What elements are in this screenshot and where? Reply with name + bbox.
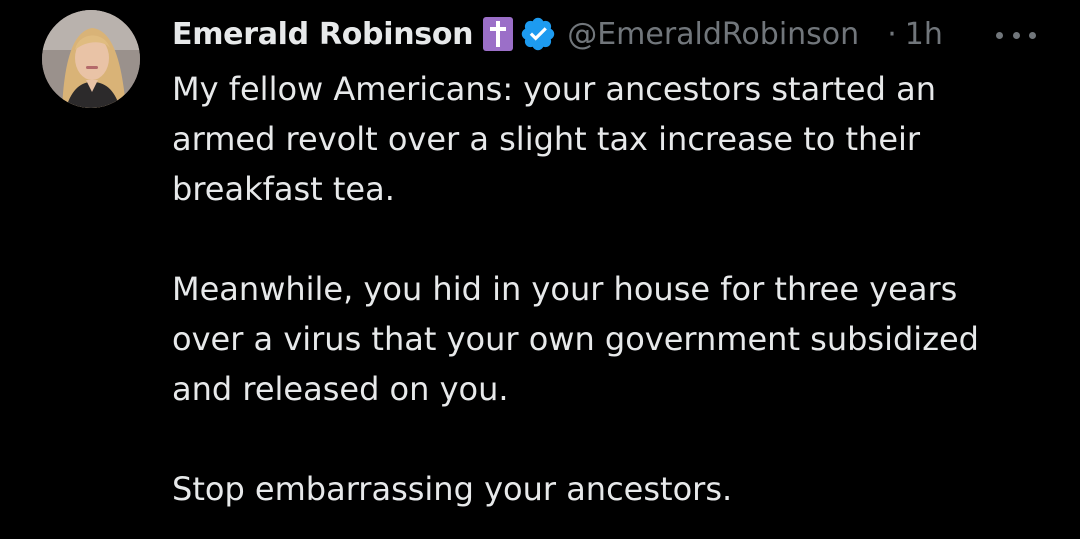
author-display-name[interactable]: Emerald Robinson	[172, 17, 474, 52]
tweet[interactable]: Emerald Robinson @EmeraldRobinson · 1h M…	[0, 0, 1080, 539]
tweet-text: My fellow Americans: your ancestors star…	[172, 64, 1052, 514]
tweet-timestamp[interactable]: 1h	[905, 17, 943, 52]
avatar[interactable]	[42, 10, 140, 108]
header-separator: ·	[887, 16, 897, 52]
latin-cross-icon	[483, 17, 514, 51]
author-handle[interactable]: @EmeraldRobinson	[567, 17, 885, 52]
tweet-header: Emerald Robinson @EmeraldRobinson · 1h	[172, 12, 1052, 56]
verified-badge-icon[interactable]	[519, 15, 557, 53]
tweet-paragraph: Stop embarrassing your ancestors.	[172, 470, 733, 508]
tweet-paragraph: Meanwhile, you hid in your house for thr…	[172, 270, 979, 408]
tweet-paragraph: My fellow Americans: your ancestors star…	[172, 70, 936, 208]
more-horizontal-icon[interactable]	[996, 20, 1036, 50]
